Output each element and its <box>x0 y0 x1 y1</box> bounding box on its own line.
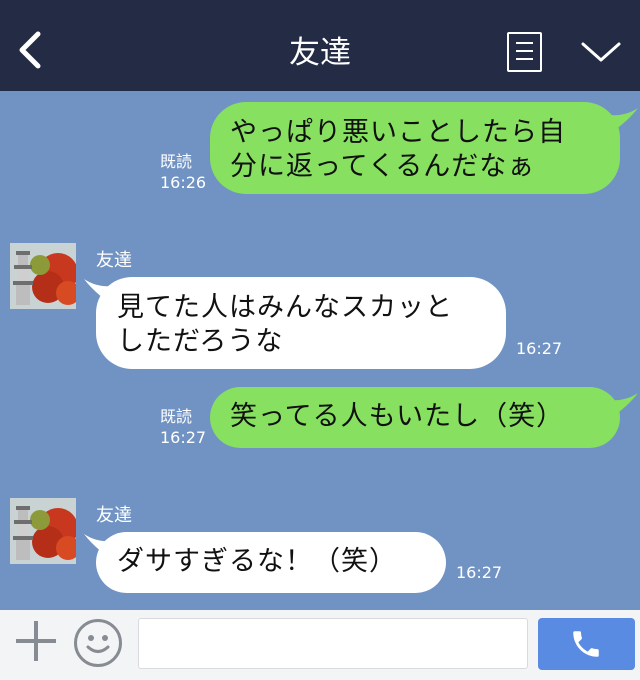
smiley-icon[interactable] <box>74 619 122 667</box>
smiley-face <box>86 635 110 653</box>
phone-icon <box>573 631 599 657</box>
message-line: 見てた人はみんなスカッと <box>117 292 453 323</box>
avatar-image <box>10 243 76 309</box>
message-bubble[interactable]: やっぱり悪いことしたら自 分に返ってくるんだなぁ <box>210 102 620 194</box>
chat-area[interactable]: 既読 16:26 やっぱり悪いことしたら自 分に返ってくるんだなぁ 友達 見てた… <box>0 91 640 610</box>
message-line: 笑ってる人もいたし（笑） <box>230 401 565 432</box>
avatar-image <box>10 498 76 564</box>
message-line: 分に返ってくるんだなぁ <box>230 151 536 182</box>
sender-name: 友達 <box>96 250 132 271</box>
bubble-tail <box>598 393 638 423</box>
read-receipt: 既読 <box>160 152 193 171</box>
message-line: ダサすぎるな！（笑） <box>117 546 397 577</box>
message-bubble[interactable]: 笑ってる人もいたし（笑） <box>210 387 620 448</box>
bubble-tail <box>598 108 638 138</box>
message-time: 16:26 <box>160 173 207 192</box>
chat-header: 友達 <box>0 0 640 91</box>
call-button[interactable] <box>538 618 635 670</box>
avatar[interactable] <box>10 243 76 309</box>
message-bubble[interactable]: 見てた人はみんなスカッと しただろうな <box>96 277 506 369</box>
message-bubble[interactable]: ダサすぎるな！（笑） <box>96 532 446 593</box>
avatar[interactable] <box>10 498 76 564</box>
message-line: しただろうな <box>117 326 284 357</box>
chevron-down-icon[interactable] <box>580 40 622 64</box>
read-receipt: 既読 <box>160 407 193 426</box>
message-time: 16:27 <box>516 339 563 358</box>
list-menu-icon[interactable] <box>507 32 542 72</box>
message-line: やっぱり悪いことしたら自 <box>230 117 566 148</box>
plus-icon[interactable] <box>16 621 56 661</box>
message-time: 16:27 <box>456 563 503 582</box>
message-input[interactable] <box>138 618 528 669</box>
message-time: 16:27 <box>160 428 207 447</box>
chat-title: 友達 <box>289 35 351 71</box>
sender-name: 友達 <box>96 505 132 526</box>
